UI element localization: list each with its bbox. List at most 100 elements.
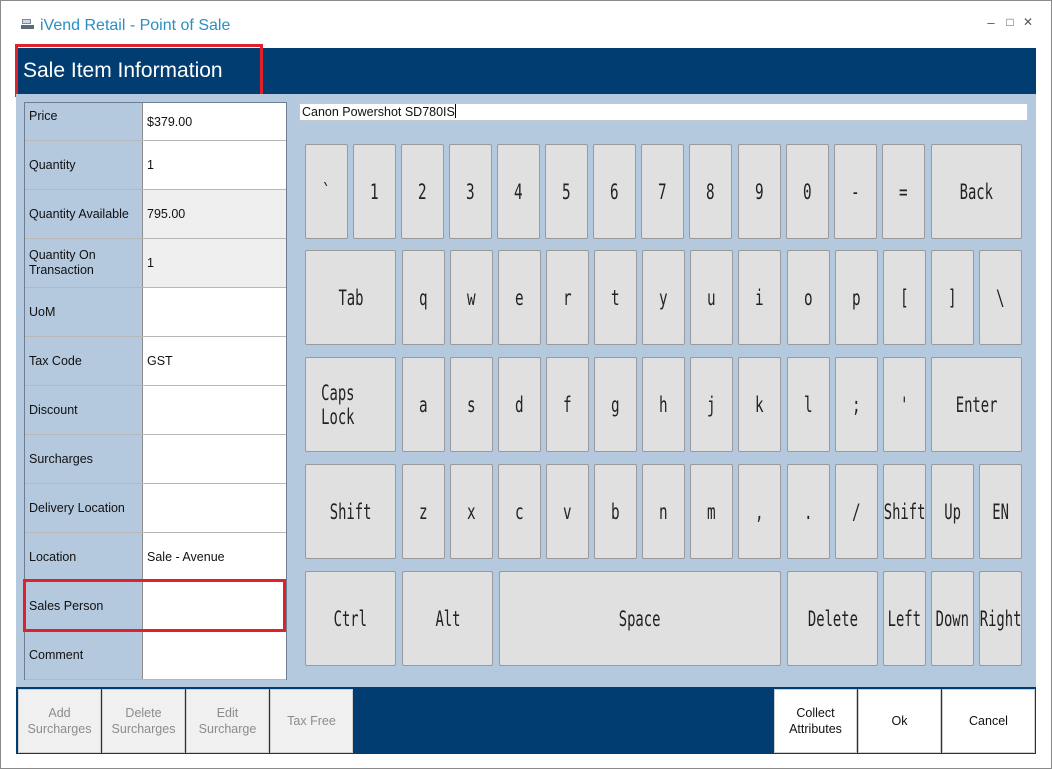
- key-label: h: [659, 392, 668, 417]
- info-field-tax-code[interactable]: GST: [143, 337, 286, 385]
- info-row-comment: Comment: [25, 631, 286, 680]
- key-label: z: [419, 499, 428, 524]
- key-f[interactable]: f: [546, 357, 589, 452]
- key-o[interactable]: o: [787, 250, 830, 345]
- key-a[interactable]: a: [402, 357, 445, 452]
- key-left[interactable]: Left: [883, 571, 926, 666]
- key-s[interactable]: s: [450, 357, 493, 452]
- key-h[interactable]: h: [642, 357, 685, 452]
- key-m[interactable]: m: [690, 464, 733, 559]
- key-label: Shift: [329, 499, 372, 524]
- key-label: g: [611, 392, 620, 417]
- info-field-quantity[interactable]: 1: [143, 141, 286, 189]
- info-field-surcharges[interactable]: [143, 435, 286, 483]
- key-2[interactable]: 2: [401, 144, 444, 239]
- key-n[interactable]: n: [642, 464, 685, 559]
- info-field-price[interactable]: $379.00: [143, 103, 286, 140]
- info-row-delivery-location: Delivery Location: [25, 484, 286, 533]
- key-period[interactable]: .: [787, 464, 830, 559]
- key-label: c: [515, 499, 524, 524]
- key-backtick[interactable]: `: [305, 144, 348, 239]
- key-label: 3: [466, 179, 475, 204]
- info-field-uom[interactable]: [143, 288, 286, 336]
- edit-surcharge-button[interactable]: Edit Surcharge: [186, 689, 269, 753]
- ok-button[interactable]: Ok: [858, 689, 941, 753]
- key-x[interactable]: x: [450, 464, 493, 559]
- key-right[interactable]: Right: [979, 571, 1022, 666]
- info-row-surcharges: Surcharges: [25, 435, 286, 484]
- info-label-discount: Discount: [25, 386, 143, 434]
- key-g[interactable]: g: [594, 357, 637, 452]
- cancel-button[interactable]: Cancel: [942, 689, 1035, 753]
- add-surcharges-button[interactable]: Add Surcharges: [18, 689, 101, 753]
- key-1[interactable]: 1: [353, 144, 396, 239]
- key-ctrl[interactable]: Ctrl: [305, 571, 396, 666]
- key-caps-lock[interactable]: Caps Lock: [305, 357, 396, 452]
- delete-surcharges-button[interactable]: Delete Surcharges: [102, 689, 185, 753]
- key-slash[interactable]: /: [835, 464, 878, 559]
- key-7[interactable]: 7: [641, 144, 684, 239]
- key-r[interactable]: r: [546, 250, 589, 345]
- maximize-button[interactable]: □: [1002, 15, 1018, 29]
- key-backslash[interactable]: \: [979, 250, 1022, 345]
- key-5[interactable]: 5: [545, 144, 588, 239]
- key-z[interactable]: z: [402, 464, 445, 559]
- key-tab[interactable]: Tab: [305, 250, 396, 345]
- key-6[interactable]: 6: [593, 144, 636, 239]
- key-equals[interactable]: =: [882, 144, 925, 239]
- key-shift[interactable]: Shift: [883, 464, 926, 559]
- key-u[interactable]: u: [690, 250, 733, 345]
- key-y[interactable]: y: [642, 250, 685, 345]
- key-q[interactable]: q: [402, 250, 445, 345]
- key-0[interactable]: 0: [786, 144, 829, 239]
- key-label: 5: [562, 179, 571, 204]
- key-back[interactable]: Back: [931, 144, 1022, 239]
- key-p[interactable]: p: [835, 250, 878, 345]
- tax-free-button[interactable]: Tax Free: [270, 689, 353, 753]
- key-comma[interactable]: ,: [738, 464, 781, 559]
- item-description-input[interactable]: Canon Powershot SD780IS: [299, 103, 1028, 121]
- item-description-text: Canon Powershot SD780IS: [302, 105, 455, 119]
- key-label: m: [707, 499, 716, 524]
- key-label: p: [852, 285, 861, 310]
- key-9[interactable]: 9: [738, 144, 781, 239]
- key-down[interactable]: Down: [931, 571, 974, 666]
- info-field-delivery-location[interactable]: [143, 484, 286, 532]
- info-field-location[interactable]: Sale - Avenue: [143, 533, 286, 581]
- key-shift[interactable]: Shift: [305, 464, 396, 559]
- key-label: ;: [852, 392, 861, 417]
- key-right-bracket[interactable]: ]: [931, 250, 974, 345]
- key-quote[interactable]: ': [883, 357, 926, 452]
- key-minus[interactable]: -: [834, 144, 877, 239]
- key-b[interactable]: b: [594, 464, 637, 559]
- key-8[interactable]: 8: [689, 144, 732, 239]
- minimize-button[interactable]: –: [983, 15, 999, 30]
- info-field-comment[interactable]: [143, 631, 286, 679]
- key-space[interactable]: Space: [499, 571, 781, 666]
- info-field-discount[interactable]: [143, 386, 286, 434]
- key-k[interactable]: k: [738, 357, 781, 452]
- key-enter[interactable]: Enter: [931, 357, 1022, 452]
- key-t[interactable]: t: [594, 250, 637, 345]
- key-l[interactable]: l: [787, 357, 830, 452]
- key-alt[interactable]: Alt: [402, 571, 493, 666]
- key-label: s: [467, 392, 476, 417]
- key-label: Space: [619, 606, 661, 631]
- key-w[interactable]: w: [450, 250, 493, 345]
- key-left-bracket[interactable]: [: [883, 250, 926, 345]
- key-label: 6: [610, 179, 619, 204]
- key-c[interactable]: c: [498, 464, 541, 559]
- key-3[interactable]: 3: [449, 144, 492, 239]
- key-delete[interactable]: Delete: [787, 571, 878, 666]
- close-button[interactable]: ✕: [1020, 15, 1036, 29]
- key-e[interactable]: e: [498, 250, 541, 345]
- key-semicolon[interactable]: ;: [835, 357, 878, 452]
- collect-attributes-button[interactable]: Collect Attributes: [774, 689, 857, 753]
- key-d[interactable]: d: [498, 357, 541, 452]
- key-up[interactable]: Up: [931, 464, 974, 559]
- key-i[interactable]: i: [738, 250, 781, 345]
- key-j[interactable]: j: [690, 357, 733, 452]
- key-en[interactable]: EN: [979, 464, 1022, 559]
- key-4[interactable]: 4: [497, 144, 540, 239]
- key-v[interactable]: v: [546, 464, 589, 559]
